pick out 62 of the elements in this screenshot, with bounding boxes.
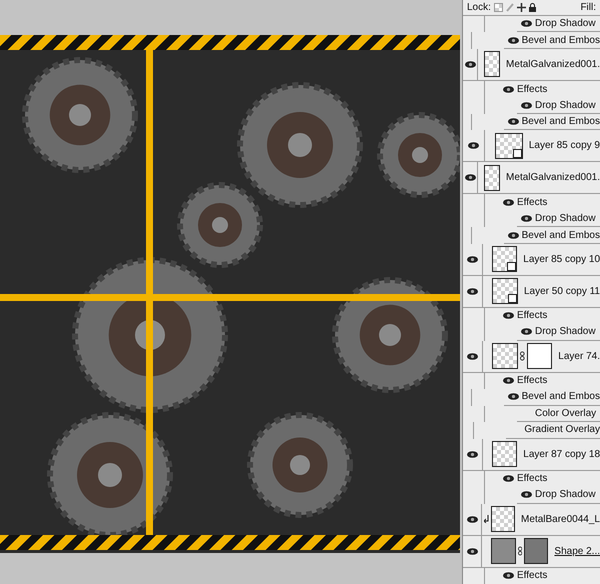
eye-icon[interactable] [466, 516, 478, 522]
eye-icon[interactable] [508, 118, 519, 126]
effects-label[interactable]: Effects [517, 308, 548, 324]
eye-icon[interactable] [467, 352, 478, 360]
effect-name[interactable]: Bevel and Embos [522, 389, 600, 404]
lock-icon[interactable] [528, 3, 536, 12]
layer-name[interactable]: Layer 85 copy 9 [528, 138, 600, 154]
layer-name[interactable]: Layer 50 copy 11 [524, 284, 600, 299]
eye-icon[interactable] [521, 20, 532, 28]
eye-icon[interactable] [464, 60, 476, 68]
effect-name[interactable]: Color Overlay [535, 406, 596, 421]
eye-icon[interactable] [503, 572, 514, 580]
layer-name[interactable]: Shape 2... [554, 544, 600, 558]
layer-thumbnail [490, 506, 516, 532]
layer-name[interactable]: MetalGalvanized001. [506, 56, 600, 72]
effect-name[interactable]: Gradient Overlay [524, 422, 600, 438]
effect-name[interactable]: Drop Shadow [535, 211, 596, 226]
eye-icon[interactable] [467, 288, 478, 295]
effects-label[interactable]: Effects [517, 568, 548, 584]
eye-icon[interactable] [468, 142, 479, 150]
effects-label[interactable]: Effects [517, 373, 548, 388]
layer-name[interactable]: Layer 87 copy 18 [523, 446, 600, 462]
layer-thumbnail [492, 343, 518, 370]
layer-name[interactable]: Layer 85 copy 10 [523, 252, 600, 267]
eye-icon[interactable] [503, 475, 514, 482]
eye-icon[interactable] [503, 199, 514, 206]
layer-name[interactable]: MetalBare0044_L [521, 512, 600, 526]
effect-name[interactable]: Bevel and Embos [522, 114, 600, 130]
layer-name[interactable]: Layer 74. [558, 348, 600, 364]
eye-icon[interactable] [508, 36, 519, 44]
layer-thumbnail [484, 164, 500, 191]
eye-icon[interactable] [466, 450, 478, 458]
layer-name[interactable]: MetalGalvanized001. [506, 170, 600, 186]
fill-label: Fill: [580, 1, 596, 15]
effects-label[interactable]: Effects [517, 471, 548, 486]
effect-name[interactable]: Bevel and Embos [522, 32, 600, 48]
eye-icon[interactable] [521, 328, 532, 336]
eye-icon[interactable] [521, 215, 532, 222]
eye-icon[interactable] [503, 377, 514, 384]
lock-label: Lock: [467, 1, 491, 15]
effect-name[interactable]: Drop Shadow [535, 16, 596, 32]
eye-icon[interactable] [508, 232, 519, 239]
effects-label[interactable]: Effects [517, 82, 548, 97]
layer-thumbnail [492, 441, 518, 468]
eye-icon[interactable] [521, 102, 532, 109]
eye-icon[interactable] [503, 312, 514, 320]
eye-icon[interactable] [466, 548, 478, 554]
effects-label[interactable]: Effects [517, 195, 548, 210]
move-icon[interactable] [516, 3, 526, 12]
eye-icon[interactable] [464, 174, 476, 182]
eye-icon[interactable] [503, 86, 514, 93]
effect-name[interactable]: Drop Shadow [535, 487, 596, 502]
eye-icon[interactable] [508, 393, 519, 400]
effect-name[interactable]: Drop Shadow [535, 324, 596, 340]
lock-transparency-icon[interactable] [494, 3, 503, 12]
effect-name[interactable]: Drop Shadow [535, 98, 596, 113]
effect-name[interactable]: Bevel and Embos [522, 228, 600, 243]
eye-icon[interactable] [521, 491, 532, 498]
layer-mask-thumbnail [526, 343, 552, 370]
layer-thumbnail [484, 51, 500, 78]
eye-icon[interactable] [466, 256, 478, 263]
layer-mask-thumbnail [524, 538, 548, 564]
